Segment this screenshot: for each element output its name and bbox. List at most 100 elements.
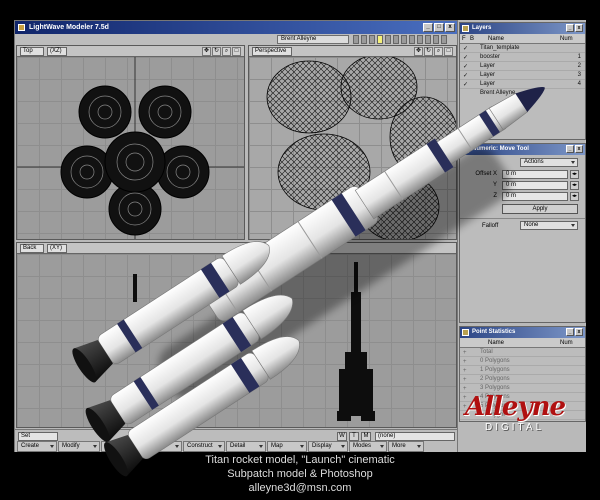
layer-swatch-12[interactable]: [441, 35, 447, 44]
layer-swatch-3[interactable]: [369, 35, 375, 44]
numeric-close-button[interactable]: x: [575, 145, 583, 153]
offset-x-row: Offset X 0 m ◂▸: [460, 169, 585, 180]
zoom-view-icon[interactable]: ⌕: [434, 47, 443, 56]
layer-swatch-1[interactable]: [353, 35, 359, 44]
layers-col-b[interactable]: B: [470, 34, 482, 43]
viewport-back[interactable]: Back (XY): [16, 242, 457, 428]
surface-select[interactable]: Brent Alleyne: [277, 35, 349, 44]
stats-row[interactable]: +0 Polygons: [460, 357, 585, 366]
offset-y-spinner[interactable]: ◂▸: [570, 181, 579, 190]
stats-header: Name Num: [460, 338, 585, 348]
move-view-icon[interactable]: ✥: [202, 47, 211, 56]
layer-name: Layer: [480, 72, 496, 78]
layers-close-button[interactable]: x: [575, 24, 583, 32]
offset-y-input[interactable]: 0 m: [502, 181, 568, 190]
numeric-minimize-button[interactable]: _: [566, 145, 574, 153]
tab-create[interactable]: Create: [17, 441, 57, 452]
layer-row[interactable]: ✓ Titan_template: [460, 44, 585, 53]
actions-dropdown[interactable]: Actions: [520, 158, 578, 167]
falloff-dropdown[interactable]: None: [520, 221, 578, 230]
layer-swatch-7[interactable]: [401, 35, 407, 44]
layer-swatch-6[interactable]: [393, 35, 399, 44]
tab-multiply[interactable]: Multiply: [142, 441, 182, 452]
layer-num: 4: [577, 81, 581, 87]
layer-name: Layer: [480, 63, 496, 69]
layer-swatch-8[interactable]: [409, 35, 415, 44]
tab-display[interactable]: Display: [308, 441, 348, 452]
selection-field[interactable]: (none): [375, 432, 455, 441]
stats-row[interactable]: + Total: [460, 348, 585, 357]
window-titlebar[interactable]: LightWave Modeler 7.5d _ □ x: [15, 21, 457, 34]
layer-swatch-11[interactable]: [433, 35, 439, 44]
layer-row[interactable]: ✓ booster 1: [460, 53, 585, 62]
viewport-render-mode[interactable]: (XY): [47, 244, 67, 253]
stats-row-name: 2 Polygons: [480, 376, 510, 382]
layer-swatch-2[interactable]: [361, 35, 367, 44]
layers-panel-title: Layers: [472, 25, 492, 31]
offset-z-spinner[interactable]: ◂▸: [570, 192, 579, 201]
stats-minimize-button[interactable]: _: [566, 328, 574, 336]
stats-row[interactable]: +2 Polygons: [460, 375, 585, 384]
minimize-button[interactable]: _: [423, 23, 433, 32]
layer-row[interactable]: ✓ Layer 3: [460, 71, 585, 80]
offset-z-label: Z: [493, 193, 497, 199]
stats-row-name: 0 Polygons: [480, 358, 510, 364]
stats-col-num[interactable]: Num: [560, 338, 573, 347]
layer-row[interactable]: Brent Alleyne: [460, 89, 585, 98]
offset-z-input[interactable]: 0 m: [502, 192, 568, 201]
caption: Titan rocket model, "Launch" cinematic S…: [0, 453, 600, 495]
layers-panel-titlebar[interactable]: Layers _ x: [460, 23, 585, 34]
layer-swatch-4[interactable]: [377, 35, 383, 44]
tab-modify[interactable]: Modify: [58, 441, 100, 452]
tab-detail[interactable]: Detail: [226, 441, 266, 452]
maximize-view-icon[interactable]: □: [232, 47, 241, 56]
zoom-view-icon[interactable]: ⌕: [222, 47, 231, 56]
tab-construct[interactable]: Construct: [183, 441, 225, 452]
layer-row[interactable]: ✓ Layer 2: [460, 62, 585, 71]
viewport-view-select[interactable]: Back: [20, 244, 44, 253]
viewport-view-select[interactable]: Perspective: [252, 47, 292, 56]
stats-close-button[interactable]: x: [575, 328, 583, 336]
falloff-label: Falloff: [482, 223, 499, 229]
m-toggle-button[interactable]: M: [361, 432, 371, 441]
maximize-button[interactable]: □: [434, 23, 444, 32]
move-view-icon[interactable]: ✥: [414, 47, 423, 56]
caption-email[interactable]: alleyne3d@msn.com: [0, 481, 600, 495]
w-toggle-button[interactable]: W: [337, 432, 347, 441]
rotate-view-icon[interactable]: ↻: [424, 47, 433, 56]
layers-col-f[interactable]: F: [460, 34, 470, 43]
layers-col-name[interactable]: Name: [482, 34, 560, 43]
numeric-panel-titlebar[interactable]: Numeric: Move Tool _ x: [460, 144, 585, 155]
viewport-top[interactable]: Top (XZ) ✥ ↻ ⌕ □: [16, 45, 245, 240]
tab-modes[interactable]: Modes: [349, 441, 387, 452]
layers-col-num[interactable]: Num: [560, 34, 573, 43]
layer-swatch-5[interactable]: [385, 35, 391, 44]
tab-map[interactable]: Map: [267, 441, 307, 452]
offset-x-input[interactable]: 0 m: [502, 170, 568, 179]
window-title: LightWave Modeler 7.5d: [29, 24, 109, 31]
offset-x-spinner[interactable]: ◂▸: [570, 170, 579, 179]
caption-line-1: Titan rocket model, "Launch" cinematic: [205, 454, 395, 466]
set-field[interactable]: Set: [18, 432, 58, 441]
t-toggle-button[interactable]: T: [349, 432, 359, 441]
layers-icon: [462, 25, 469, 32]
stats-icon: [462, 329, 469, 336]
maximize-view-icon[interactable]: □: [444, 47, 453, 56]
apply-button[interactable]: Apply: [502, 204, 578, 214]
top-toolbar: Brent Alleyne: [15, 34, 457, 45]
close-button[interactable]: x: [445, 23, 455, 32]
rotate-view-icon[interactable]: ↻: [212, 47, 221, 56]
modeler-window: LightWave Modeler 7.5d _ □ x Brent Alley…: [14, 20, 458, 452]
viewport-render-mode[interactable]: (XZ): [47, 47, 67, 56]
viewport-view-select[interactable]: Top: [20, 47, 44, 56]
layer-row[interactable]: ✓ Layer 4: [460, 80, 585, 89]
layer-swatch-10[interactable]: [425, 35, 431, 44]
layer-swatch-9[interactable]: [417, 35, 423, 44]
tab-more[interactable]: More: [388, 441, 424, 452]
viewport-perspective[interactable]: Perspective ✥ ↻ ⌕ □: [248, 45, 457, 240]
stats-col-name[interactable]: Name: [488, 338, 560, 347]
layers-minimize-button[interactable]: _: [566, 24, 574, 32]
stats-row[interactable]: +1 Polygons: [460, 366, 585, 375]
stats-panel-titlebar[interactable]: Point Statistics _ x: [460, 327, 585, 338]
tab-david-ikedo[interactable]: David Ikedo: [101, 441, 141, 452]
